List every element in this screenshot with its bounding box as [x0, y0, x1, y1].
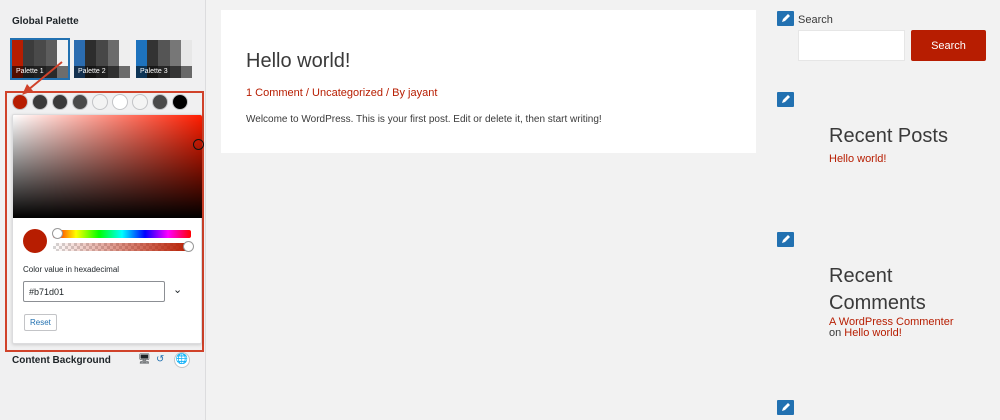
hue-handle[interactable] [52, 228, 63, 239]
palette-1-label: Palette 1 [12, 66, 68, 78]
customizer-panel: Global Palette Palette 1 Palette 2 Palet… [0, 0, 206, 420]
hue-slider[interactable] [53, 230, 191, 238]
palette-2-label: Palette 2 [74, 66, 130, 78]
hex-input[interactable] [23, 281, 165, 302]
swatch-9[interactable] [172, 94, 188, 110]
swatch-8[interactable] [152, 94, 168, 110]
edit-icon[interactable] [777, 92, 794, 107]
search-label: Search [798, 14, 833, 26]
recent-comments-title-line2: Comments [829, 292, 926, 314]
search-button[interactable]: Search [911, 30, 986, 61]
saturation-area[interactable] [13, 115, 202, 218]
hex-label: Color value in hexadecimal [23, 265, 120, 274]
comment-line: on Hello world! [829, 327, 902, 339]
recent-posts-title: Recent Posts [829, 125, 948, 147]
meta-separator: / [302, 87, 313, 99]
comment-post-link[interactable]: Hello world! [844, 327, 901, 339]
edit-icon[interactable] [777, 400, 794, 415]
author-link[interactable]: jayant [408, 87, 437, 99]
swatch-1[interactable] [12, 94, 28, 110]
category-link[interactable]: Uncategorized [312, 87, 383, 99]
globe-icon[interactable]: 🌐 [174, 352, 190, 368]
swatch-7[interactable] [132, 94, 148, 110]
desktop-icon[interactable]: 🖥 [138, 354, 151, 365]
search-input[interactable] [798, 30, 905, 61]
palette-3-label: Palette 3 [136, 66, 192, 78]
palette-3-option[interactable]: Palette 3 [136, 40, 193, 78]
alpha-handle[interactable] [183, 241, 194, 252]
saturation-handle[interactable] [193, 139, 204, 150]
reset-button[interactable]: Reset [24, 314, 57, 331]
by-text: / By [382, 87, 409, 99]
content-background-label: Content Background [12, 355, 111, 366]
swatch-2[interactable] [32, 94, 48, 110]
recent-post-link[interactable]: Hello world! [829, 153, 886, 165]
swatch-6[interactable] [112, 94, 128, 110]
palette-2-option[interactable]: Palette 2 [74, 40, 131, 78]
color-preview [23, 229, 47, 253]
global-palette-title: Global Palette [12, 16, 79, 27]
palette-1-option[interactable]: Palette 1 [10, 38, 70, 80]
post-meta: 1 Comment / Uncategorized / By jayant [246, 87, 437, 99]
post-title[interactable]: Hello world! [246, 50, 350, 73]
edit-icon[interactable] [777, 11, 794, 26]
recent-comments-title-line1: Recent [829, 265, 893, 287]
chevron-down-icon[interactable]: ⌄ [173, 283, 182, 296]
comments-link[interactable]: 1 Comment [246, 87, 303, 99]
color-picker-popover: Color value in hexadecimal ⌄ Reset [12, 114, 204, 344]
post-excerpt: Welcome to WordPress. This is your first… [246, 114, 602, 125]
swatch-5[interactable] [92, 94, 108, 110]
edit-icon[interactable] [777, 232, 794, 247]
swatch-3[interactable] [52, 94, 68, 110]
swatch-4[interactable] [72, 94, 88, 110]
alpha-slider[interactable] [53, 243, 191, 251]
undo-icon[interactable]: ↺ [156, 354, 164, 365]
post-card: Hello world! 1 Comment / Uncategorized /… [221, 10, 756, 153]
comment-on-text: on [829, 327, 845, 339]
